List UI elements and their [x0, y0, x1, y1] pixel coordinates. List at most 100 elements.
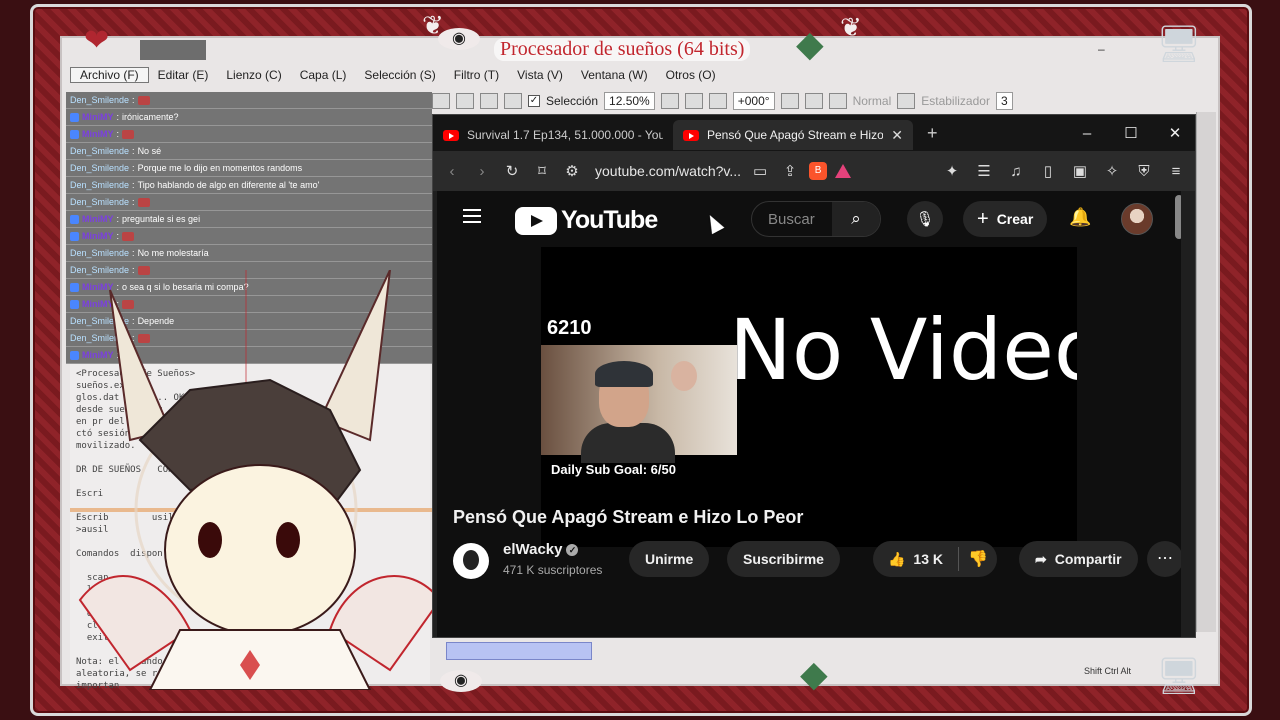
tab-active-video[interactable]: Pensó Que Apagó Stream e Hizo ✕ — [673, 120, 913, 150]
rotate-right-button[interactable] — [804, 93, 823, 109]
sidebar-icon[interactable]: ▯ — [1037, 162, 1059, 180]
stage: ❤ ◉ ◆ 🖥 ❤ ◉ ◆ 🖥 ❦ ❦ Procesador de sueños… — [0, 0, 1280, 720]
like-button[interactable]: 👍 13 K — [873, 547, 959, 571]
brave-rewards-icon[interactable] — [835, 164, 852, 178]
extensions-icon[interactable]: ✦ — [941, 162, 963, 180]
channel-name[interactable]: elWacky ✓ — [503, 541, 579, 558]
menu-capa[interactable]: Capa (L) — [291, 68, 356, 82]
tab-survival[interactable]: Survival 1.7 Ep134, 51.000.000 - YouT — [433, 120, 673, 150]
brave-shields-icon[interactable]: B — [809, 162, 828, 180]
menu-otros[interactable]: Otros (O) — [657, 68, 725, 82]
new-tab-button[interactable]: + — [927, 123, 938, 144]
cast-icon[interactable]: ▭ — [749, 162, 771, 180]
tool-button[interactable] — [480, 93, 498, 109]
chat-separator: : — [116, 128, 120, 139]
share-icon: ➦ — [1035, 550, 1047, 567]
reload-icon[interactable]: ↻ — [501, 162, 523, 180]
share-button[interactable]: ➦ Compartir — [1019, 541, 1138, 577]
streamer-cap — [595, 361, 653, 387]
terminal-line: <Procesador de Sueños> — [76, 369, 196, 379]
search-input[interactable]: Buscar — [752, 211, 832, 228]
music-icon[interactable]: ♫ — [1005, 163, 1027, 180]
chat-message: MiniMY: — [66, 347, 432, 364]
more-icon[interactable]: ⋯ — [1147, 541, 1181, 577]
menu-icon[interactable]: ≡ — [1165, 163, 1187, 180]
chat-text: irónicamente? — [122, 111, 179, 122]
zoom-in-button[interactable] — [684, 93, 703, 109]
app-title: Procesador de sueños (64 bits) — [494, 38, 751, 61]
thumbs-down-icon[interactable]: 👎 — [959, 549, 997, 569]
close-button[interactable]: ✕ — [1153, 115, 1197, 151]
zoom-field[interactable]: 12.50% — [604, 92, 655, 110]
mic-icon[interactable]: 🎙 — [907, 201, 943, 237]
chat-username: Den_Smilende — [70, 94, 130, 105]
chat-username: Den_Smilende — [70, 179, 130, 190]
terminal-line: stab — [76, 597, 109, 607]
zoom-fit-button[interactable] — [708, 93, 727, 109]
channel-avatar[interactable] — [453, 543, 489, 579]
zoom-out-button[interactable] — [660, 93, 679, 109]
avatar[interactable] — [1121, 203, 1153, 235]
leo-icon[interactable]: ✧ — [1101, 162, 1123, 180]
tool-button[interactable] — [432, 93, 450, 109]
chat-message: MiniMY: preguntale si es gei — [66, 211, 432, 228]
reader-icon[interactable]: ☰ — [973, 162, 995, 180]
chat-separator: : — [132, 145, 135, 156]
emote-icon — [137, 333, 150, 343]
chat-username: Den_Smilende — [70, 196, 130, 207]
search-box[interactable]: Buscar ⌕ — [751, 201, 881, 237]
menu-vista[interactable]: Vista (V) — [508, 68, 572, 82]
angle-field[interactable]: +000° — [732, 92, 775, 110]
back-icon[interactable]: ‹ — [441, 163, 463, 180]
vpn-icon[interactable]: ⛨ — [1133, 163, 1155, 180]
hamburger-menu-icon[interactable] — [463, 209, 481, 223]
minimize-button[interactable]: – — [1065, 115, 1109, 151]
terminal-line: >ausil — [76, 525, 109, 535]
app-minimize-button[interactable]: – — [1098, 42, 1105, 56]
flip-button[interactable] — [828, 93, 847, 109]
menu-archivo[interactable]: Archivo (F) — [70, 67, 149, 83]
join-button[interactable]: Unirme — [629, 541, 710, 577]
chat-username: Den_Smilende — [70, 145, 130, 156]
tool-button[interactable] — [504, 93, 522, 109]
chat-text: Tipo hablando de algo en diferente al 't… — [137, 179, 320, 190]
paint-bottom-bar[interactable] — [446, 642, 592, 660]
scrollbar-thumb[interactable] — [1175, 195, 1181, 239]
channel-name-text: elWacky — [503, 541, 563, 558]
blend-mode[interactable]: Normal — [853, 94, 892, 108]
tab-close-icon[interactable]: ✕ — [891, 127, 903, 144]
share-page-icon[interactable]: ⇪ — [779, 162, 801, 180]
forward-icon[interactable]: › — [471, 163, 493, 180]
rotate-left-button[interactable] — [780, 93, 799, 109]
share-label: Compartir — [1054, 551, 1122, 567]
menu-lienzo[interactable]: Lienzo (C) — [217, 68, 290, 82]
create-button[interactable]: + Crear — [963, 201, 1048, 237]
site-info-icon[interactable]: ⚙ — [561, 162, 583, 180]
chat-username: Den_Smilende — [70, 247, 130, 258]
url-field[interactable]: youtube.com/watch?v... — [595, 163, 741, 179]
menu-seleccion[interactable]: Selección (S) — [355, 68, 444, 82]
selection-checkbox[interactable]: ✓ — [528, 95, 540, 107]
youtube-logo[interactable]: YouTube — [515, 206, 658, 235]
chat-username: MiniMY — [82, 298, 114, 309]
wing-icon: ❦ — [840, 12, 862, 42]
bookmark-icon[interactable]: ⌑ — [531, 162, 553, 180]
status-shortcut: Shift Ctrl Alt — [1084, 666, 1132, 676]
video-player[interactable]: No Video 6210 Daily Sub Goal: 6/50 — [541, 247, 1077, 547]
menu-filtro[interactable]: Filtro (T) — [445, 68, 508, 82]
wallet-icon[interactable]: ▣ — [1069, 162, 1091, 180]
chat-username: MiniMY — [82, 281, 114, 292]
mode-button[interactable] — [897, 93, 916, 109]
chat-separator: : — [116, 349, 120, 360]
chat-separator: : — [116, 281, 120, 292]
emote-icon — [122, 129, 135, 139]
menu-editar[interactable]: Editar (E) — [149, 68, 218, 82]
tool-button[interactable] — [456, 93, 474, 109]
badge-icon — [70, 112, 79, 122]
search-icon[interactable]: ⌕ — [832, 202, 880, 236]
stabilizer-field[interactable]: 3 — [995, 92, 1013, 110]
menu-ventana[interactable]: Ventana (W) — [572, 68, 657, 82]
subscribe-button[interactable]: Suscribirme — [727, 541, 840, 577]
bell-icon[interactable]: 🔔 — [1069, 207, 1091, 228]
maximize-button[interactable]: ☐ — [1109, 115, 1153, 151]
